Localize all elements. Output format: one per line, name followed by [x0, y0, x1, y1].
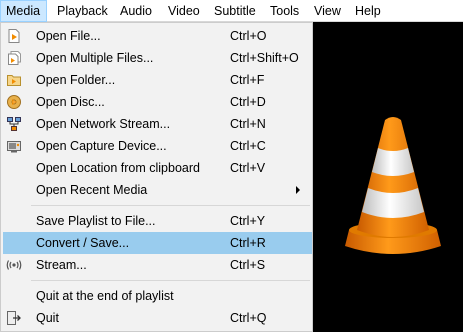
capture-device-icon: [6, 138, 22, 154]
menu-item-open-recent-media[interactable]: Open Recent Media: [3, 179, 312, 201]
label: Open Network Stream...: [36, 117, 171, 131]
shortcut: Ctrl+V: [230, 161, 266, 175]
menu-subtitle[interactable]: Subtitle: [209, 0, 261, 22]
menu-item-stream[interactable]: Stream... Ctrl+S: [3, 254, 312, 276]
label: Open File...: [36, 29, 101, 43]
label: Open Location from clipboard: [36, 161, 200, 175]
shortcut: Ctrl+N: [230, 117, 266, 131]
menu-playback[interactable]: Playback: [52, 0, 113, 22]
label: Convert / Save...: [36, 236, 130, 250]
menu-item-open-disc[interactable]: Open Disc... Ctrl+D: [3, 91, 312, 113]
shortcut: Ctrl+C: [230, 139, 266, 153]
menu-video[interactable]: Video: [163, 0, 205, 22]
shortcut: Ctrl+R: [230, 236, 266, 250]
stream-icon: [6, 257, 22, 273]
menu-tools[interactable]: Tools: [265, 0, 304, 22]
menu-item-quit[interactable]: Quit Ctrl+Q: [3, 307, 312, 329]
disc-icon: [6, 94, 22, 110]
menu-view[interactable]: View: [309, 0, 346, 22]
menu-item-open-file[interactable]: Open File... Ctrl+O: [3, 25, 312, 47]
label: Open Folder...: [36, 73, 116, 87]
menu-bar: Media Playback Audio Video Subtitle Tool…: [0, 0, 463, 22]
menu-separator: [31, 280, 310, 281]
files-icon: [6, 50, 22, 66]
label: Open Capture Device...: [36, 139, 167, 153]
menu-item-convert-save[interactable]: Convert / Save... Ctrl+R: [3, 232, 312, 254]
vlc-cone-logo: [345, 117, 441, 254]
media-dropdown-menu: Open File... Ctrl+O Open Multiple Files.…: [0, 22, 313, 332]
menu-help[interactable]: Help: [350, 0, 386, 22]
menu-item-save-playlist[interactable]: Save Playlist to File... Ctrl+Y: [3, 210, 312, 232]
menu-item-open-capture-device[interactable]: Open Capture Device... Ctrl+C: [3, 135, 312, 157]
label: Quit: [36, 311, 59, 325]
menu-item-open-multiple-files[interactable]: Open Multiple Files... Ctrl+Shift+O: [3, 47, 312, 69]
shortcut: Ctrl+O: [230, 29, 267, 43]
shortcut: Ctrl+S: [230, 258, 266, 272]
menu-item-open-folder[interactable]: Open Folder... Ctrl+F: [3, 69, 312, 91]
folder-icon: [6, 72, 22, 88]
menu-separator: [31, 205, 310, 206]
shortcut: Ctrl+D: [230, 95, 266, 109]
menu-media[interactable]: Media: [0, 0, 47, 22]
label: Stream...: [36, 258, 87, 272]
label: Quit at the end of playlist: [36, 289, 174, 303]
menu-item-open-location-clipboard[interactable]: Open Location from clipboard Ctrl+V: [3, 157, 312, 179]
label: Open Disc...: [36, 95, 105, 109]
video-area[interactable]: [313, 22, 463, 332]
menu-item-quit-end-of-playlist[interactable]: Quit at the end of playlist: [3, 285, 312, 307]
quit-icon: [6, 310, 22, 326]
shortcut: Ctrl+Q: [230, 311, 267, 325]
submenu-arrow-icon: [296, 186, 300, 194]
label: Open Recent Media: [36, 183, 148, 197]
shortcut: Ctrl+F: [230, 73, 265, 87]
menu-item-open-network-stream[interactable]: Open Network Stream... Ctrl+N: [3, 113, 312, 135]
shortcut: Ctrl+Shift+O: [230, 51, 299, 65]
network-icon: [6, 116, 22, 132]
menu-audio[interactable]: Audio: [115, 0, 157, 22]
file-icon: [6, 28, 22, 44]
label: Open Multiple Files...: [36, 51, 154, 65]
shortcut: Ctrl+Y: [230, 214, 266, 228]
label: Save Playlist to File...: [36, 214, 156, 228]
